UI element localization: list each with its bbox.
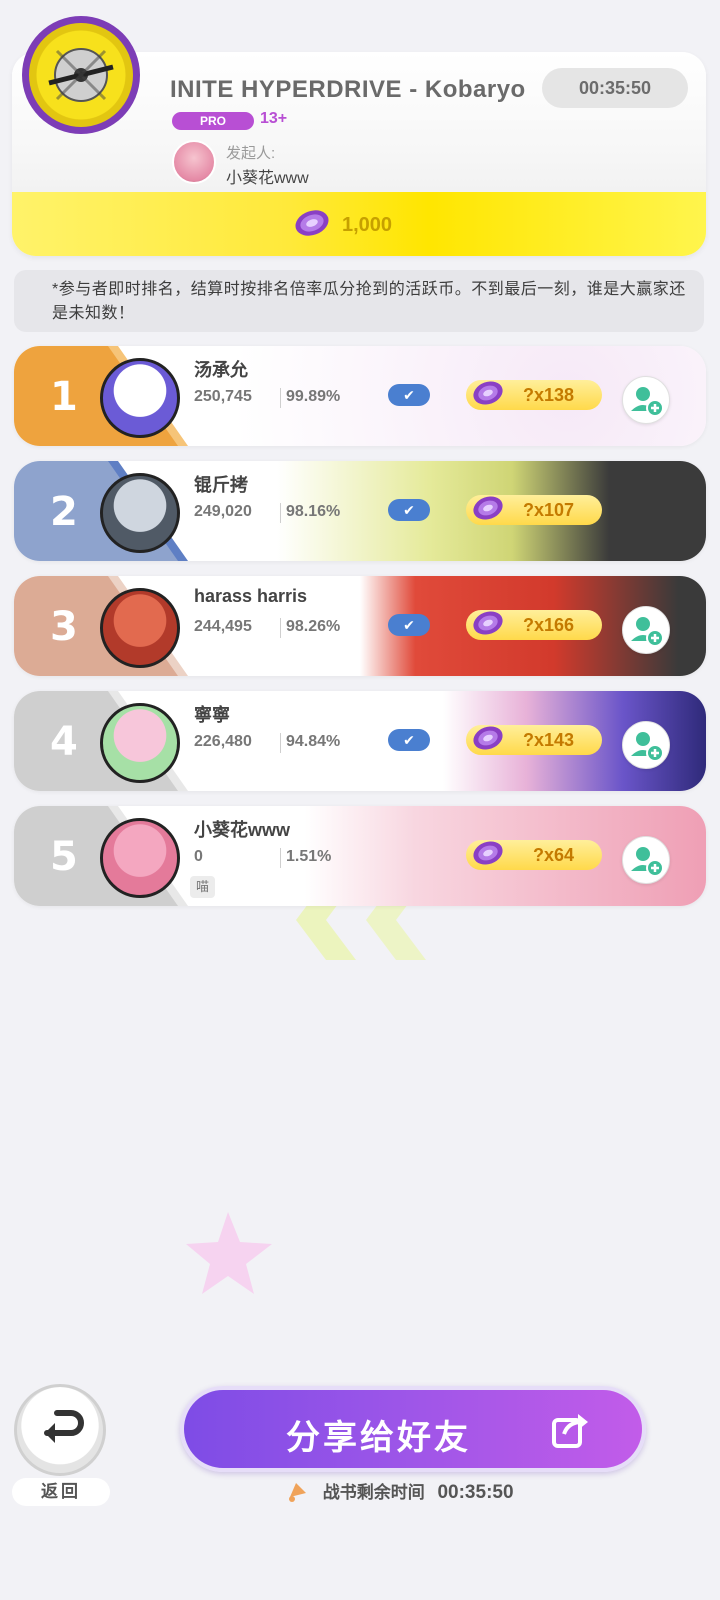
prize-amount: 1,000 bbox=[342, 214, 393, 236]
share-label: 分享给好友 bbox=[286, 1419, 471, 1457]
divider bbox=[280, 388, 281, 408]
remaining-time-row: 战书剩余时间 00:35:50 bbox=[286, 1478, 514, 1504]
player-score: 226,480 bbox=[194, 733, 252, 750]
ranking-row[interactable]: 4 寧寧 226,480 94.84% ✔ ?x143 bbox=[14, 691, 706, 791]
share-button[interactable]: 分享给好友 bbox=[180, 1386, 646, 1472]
back-button[interactable] bbox=[14, 1384, 106, 1476]
player-accuracy: 1.51% bbox=[286, 848, 332, 865]
player-name: 锟斤拷 bbox=[194, 475, 248, 495]
ranking-notice: *参与者即时排名，结算时按排名倍率瓜分抢到的活跃币。不到最后一刻，谁是大赢家还是… bbox=[14, 270, 704, 332]
countdown-timer: 00:35:50 bbox=[542, 68, 688, 108]
bell-icon bbox=[289, 1483, 306, 1502]
coin-icon bbox=[295, 210, 329, 236]
coin-icon bbox=[473, 496, 503, 520]
ranking-row[interactable]: 5 小葵花www 0 1.51% 喵 ?x64 bbox=[14, 806, 706, 906]
rank-number: 2 bbox=[50, 489, 78, 535]
divider bbox=[280, 848, 281, 868]
divider bbox=[280, 733, 281, 753]
player-name: 寧寧 bbox=[194, 705, 230, 725]
player-accuracy: 94.84% bbox=[286, 733, 341, 750]
coin-icon bbox=[473, 611, 503, 635]
player-accuracy: 98.26% bbox=[286, 618, 341, 635]
coin-icon bbox=[473, 381, 503, 405]
rank-number: 4 bbox=[50, 719, 78, 765]
difficulty-badge: PRO bbox=[172, 112, 254, 130]
check-icon: ✔ bbox=[388, 384, 430, 406]
add-friend-icon bbox=[631, 847, 664, 877]
player-accuracy: 99.89% bbox=[286, 388, 341, 405]
check-icon: ✔ bbox=[388, 729, 430, 751]
player-avatar[interactable] bbox=[100, 818, 180, 898]
host-label: 发起人: bbox=[226, 145, 276, 162]
ranking-row[interactable]: 2 锟斤拷 249,020 98.16% ✔ ?x107 bbox=[14, 461, 706, 561]
player-name: 汤承允 bbox=[194, 360, 248, 380]
music-disc-icon bbox=[48, 48, 114, 102]
add-friend-button[interactable] bbox=[622, 721, 670, 769]
rank-number: 5 bbox=[50, 834, 78, 880]
ranking-row[interactable]: 3 harass harris 244,495 98.26% ✔ ?x166 bbox=[14, 576, 706, 676]
rank-number: 3 bbox=[50, 604, 78, 650]
player-tag: 喵 bbox=[190, 876, 216, 898]
check-icon: ✔ bbox=[388, 499, 430, 521]
player-score: 249,020 bbox=[194, 503, 252, 520]
check-icon: ✔ bbox=[388, 614, 430, 636]
add-friend-button[interactable] bbox=[622, 606, 670, 654]
add-friend-icon bbox=[631, 617, 664, 647]
player-score: 0 bbox=[194, 848, 203, 865]
divider bbox=[280, 503, 281, 523]
player-name: 小葵花www bbox=[194, 820, 291, 840]
host-avatar[interactable] bbox=[172, 140, 216, 184]
add-friend-button[interactable] bbox=[622, 376, 670, 424]
player-accuracy: 98.16% bbox=[286, 503, 341, 520]
add-friend-icon bbox=[631, 387, 664, 417]
add-friend-button[interactable] bbox=[622, 836, 670, 884]
undo-arrow-icon bbox=[44, 1410, 84, 1443]
player-avatar[interactable] bbox=[100, 473, 180, 553]
divider bbox=[280, 618, 281, 638]
player-score: 250,745 bbox=[194, 388, 252, 405]
player-avatar[interactable] bbox=[100, 588, 180, 668]
player-avatar[interactable] bbox=[100, 358, 180, 438]
player-avatar[interactable] bbox=[100, 703, 180, 783]
host-name: 小葵花www bbox=[226, 170, 309, 187]
back-label[interactable]: 返回 bbox=[12, 1478, 110, 1506]
add-friend-icon bbox=[631, 732, 664, 762]
song-jacket[interactable] bbox=[22, 16, 140, 134]
remaining-time-label: 战书剩余时间 bbox=[322, 1483, 425, 1502]
remaining-time-value: 00:35:50 bbox=[437, 1482, 514, 1503]
background-star-decoration bbox=[186, 1212, 272, 1294]
level-label: 13+ bbox=[260, 110, 288, 127]
song-title: INITE HYPERDRIVE - Kobaryo bbox=[170, 76, 526, 103]
share-icon bbox=[552, 1414, 588, 1448]
coin-icon bbox=[473, 726, 503, 750]
player-name: harass harris bbox=[194, 586, 308, 606]
rank-number: 1 bbox=[50, 374, 78, 420]
coin-icon bbox=[473, 841, 503, 865]
ranking-row[interactable]: 1 汤承允 250,745 99.89% ✔ ?x138 bbox=[14, 346, 706, 446]
player-score: 244,495 bbox=[194, 618, 252, 635]
